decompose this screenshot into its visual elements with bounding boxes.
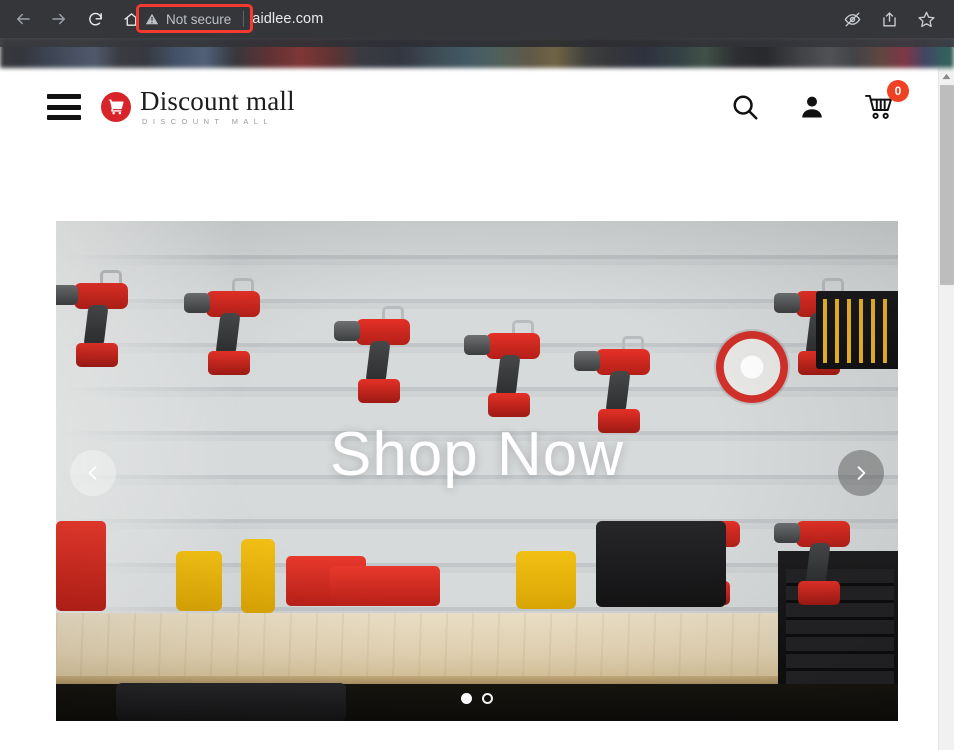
hero-yellow-tool <box>241 539 275 613</box>
omnibox-divider <box>243 11 245 27</box>
hamburger-bar <box>47 94 81 99</box>
back-button[interactable] <box>8 4 38 34</box>
reload-icon <box>88 12 102 25</box>
search-glyph <box>733 95 758 120</box>
hamburger-bar <box>47 115 81 120</box>
brand-text: Discount mall DISCOUNT MALL <box>140 88 295 126</box>
share-glyph <box>883 11 896 27</box>
user-glyph <box>802 96 822 118</box>
cart-logo-mark-icon <box>101 92 131 122</box>
hero-title: Shop Now <box>329 420 625 489</box>
address-bar[interactable]: Not secure aidlee.com <box>136 3 926 35</box>
security-status-label: Not secure <box>166 11 232 27</box>
forward-button[interactable] <box>44 4 74 34</box>
hero-black-case <box>596 521 726 607</box>
hero-yellow-tool <box>176 551 222 611</box>
hamburger-menu-icon[interactable] <box>47 94 81 120</box>
hero-yellow-tool <box>516 551 576 609</box>
forward-arrow-icon <box>52 13 65 25</box>
back-arrow-icon <box>17 13 30 25</box>
hero-saw-blade <box>716 331 788 403</box>
hero-red-case <box>56 521 106 611</box>
hero-red-case <box>330 566 440 606</box>
carousel-dot-2[interactable] <box>482 693 493 704</box>
logo-cart-glyph <box>108 99 124 115</box>
site-security-chip[interactable]: Not secure <box>136 6 241 32</box>
brand-tagline: DISCOUNT MALL <box>142 117 273 127</box>
hamburger-bar <box>47 104 81 110</box>
carousel-prev-button[interactable] <box>70 450 116 496</box>
carousel-dots <box>56 693 898 704</box>
star-glyph <box>918 11 935 27</box>
hero-wrench-rack <box>816 291 898 369</box>
toolbar-actions <box>843 0 936 38</box>
site-header: Discount mall DISCOUNT MALL 0 <box>0 68 954 146</box>
cart-count-badge: 0 <box>887 80 909 102</box>
page-scrollbar[interactable] <box>938 68 954 750</box>
page-viewport: Discount mall DISCOUNT MALL 0 Shop Now <box>0 68 954 750</box>
hero-bench-grain <box>56 613 898 683</box>
reload-button[interactable] <box>80 4 110 34</box>
brand-name: Discount mall <box>140 86 295 117</box>
chevron-right-icon <box>857 466 866 480</box>
hero-carousel[interactable]: Shop Now <box>56 221 898 721</box>
chevron-left-icon <box>88 466 97 480</box>
warning-triangle-icon <box>145 13 159 25</box>
browser-toolbar: Not secure aidlee.com <box>0 0 954 38</box>
scrollbar-thumb[interactable] <box>940 85 954 285</box>
user-account-icon[interactable] <box>798 93 826 121</box>
eye-off-glyph <box>844 11 861 27</box>
site-logo[interactable]: Discount mall DISCOUNT MALL <box>101 88 295 126</box>
bookmark-star-icon[interactable] <box>917 10 936 29</box>
toolbar-bottom-edge <box>0 38 954 47</box>
hide-password-icon[interactable] <box>843 10 862 29</box>
carousel-dot-1[interactable] <box>461 693 472 704</box>
shopping-cart-icon[interactable]: 0 <box>864 80 909 122</box>
search-icon[interactable] <box>730 92 760 122</box>
header-icon-group: 0 <box>730 80 909 122</box>
scroll-up-arrow-icon[interactable] <box>939 68 954 84</box>
url-text: aidlee.com <box>252 11 324 27</box>
carousel-next-button[interactable] <box>838 450 884 496</box>
share-icon[interactable] <box>880 10 899 29</box>
scroll-up-glyph <box>942 73 951 79</box>
